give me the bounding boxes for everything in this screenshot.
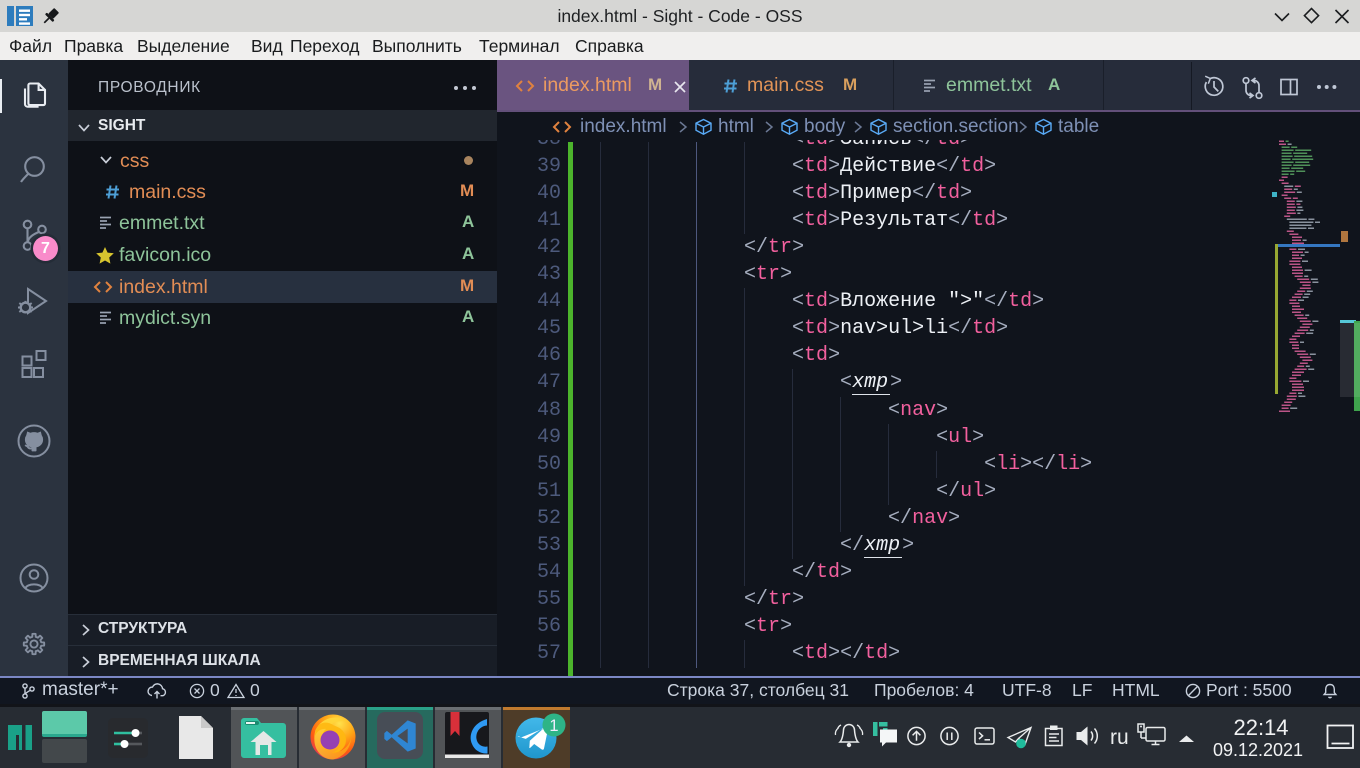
svg-text:ru: ru [1110, 726, 1129, 749]
svg-text:1: 1 [549, 717, 558, 735]
